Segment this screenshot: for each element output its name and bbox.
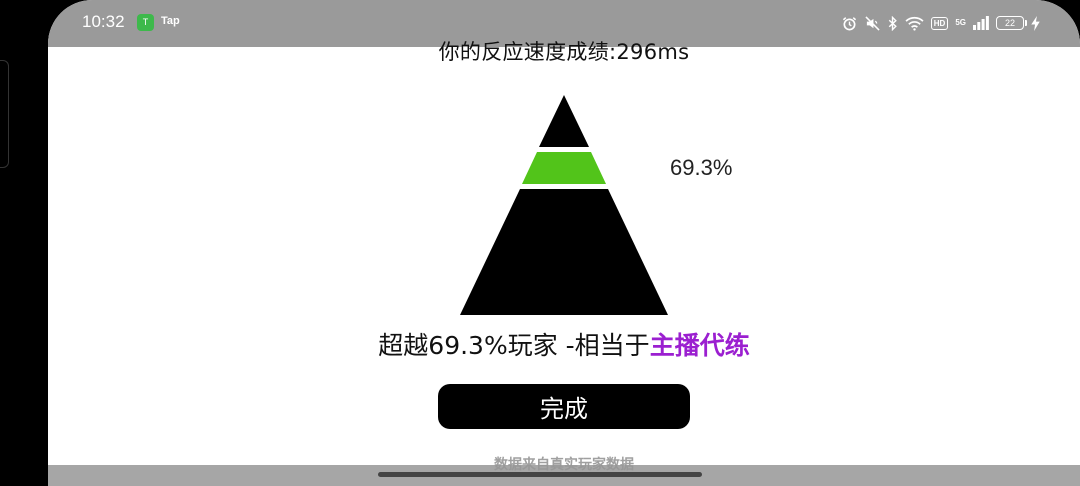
- device-side-edge: [0, 60, 9, 168]
- battery-indicator: 22: [996, 16, 1027, 30]
- tap-app-label: Tap: [161, 15, 180, 27]
- status-time: 10:32: [82, 12, 125, 31]
- mute-icon: [864, 15, 881, 31]
- pyramid-base-tier: [460, 189, 668, 315]
- home-indicator[interactable]: [378, 472, 702, 477]
- alarm-icon: [842, 16, 857, 31]
- wifi-icon: [905, 16, 924, 31]
- network-type: 5G: [955, 18, 966, 27]
- charging-icon: [1031, 15, 1040, 31]
- tap-app-icon: T: [137, 14, 154, 31]
- percentile-label: 69.3%: [670, 155, 733, 180]
- rank-pyramid: [460, 95, 668, 315]
- signal-icon: [973, 16, 989, 30]
- status-icons: HD 5G 22: [842, 12, 1040, 34]
- bluetooth-icon: [888, 15, 898, 31]
- pyramid-highlight-tier: [522, 152, 606, 184]
- reaction-score-title: 你的反应速度成绩:296ms: [438, 40, 690, 64]
- hd-badge: HD: [930, 16, 949, 30]
- result-summary: 超越69.3%玩家 -相当于主播代练: [48, 326, 1080, 362]
- phone-screen: 10:32 T Tap HD 5G 22 你的反应速度成绩:296ms 69.3…: [48, 0, 1080, 486]
- rank-name: 主播代练: [649, 331, 750, 360]
- beat-percentage-text: 超越69.3%玩家 -相当于: [378, 331, 650, 360]
- pyramid-top-tier: [539, 95, 589, 147]
- done-button[interactable]: 完成: [438, 384, 690, 429]
